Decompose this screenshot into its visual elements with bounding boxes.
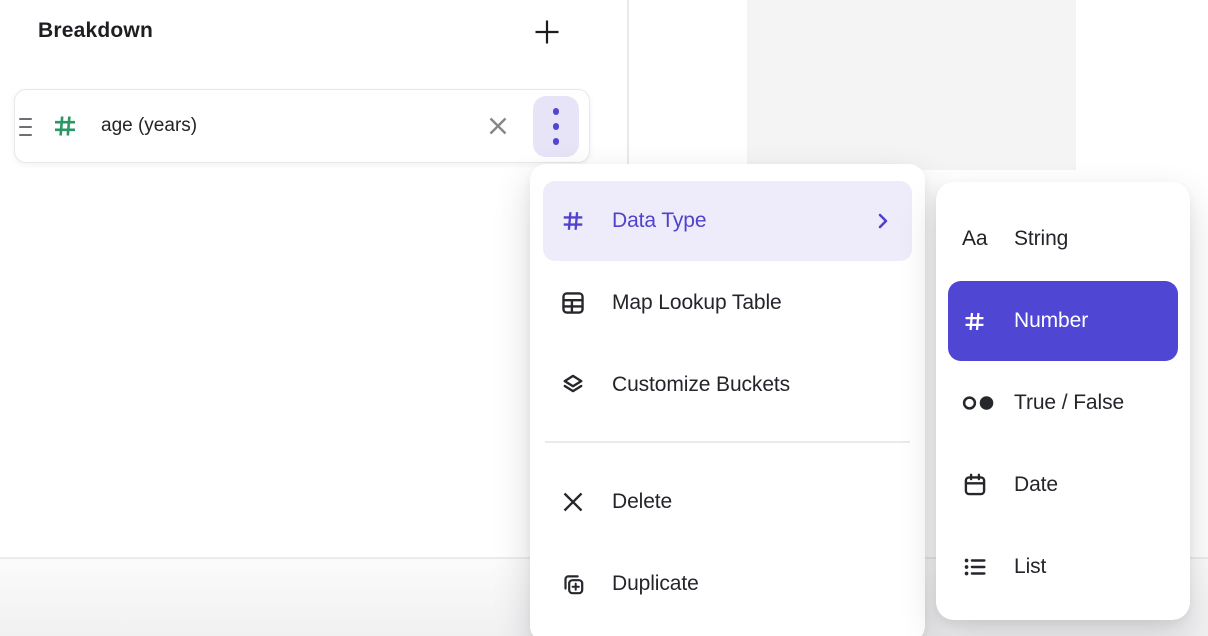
submenu-item-date[interactable]: Date (948, 445, 1178, 525)
submenu-item-number[interactable]: Number (948, 281, 1178, 361)
table-icon (559, 290, 587, 316)
kebab-icon (553, 108, 560, 115)
menu-item-label: Data Type (612, 209, 706, 233)
data-type-submenu: Aa String Number True / False (936, 182, 1190, 620)
submenu-item-true-false[interactable]: True / False (948, 363, 1178, 443)
menu-item-delete[interactable]: Delete (543, 462, 912, 542)
field-context-menu: Data Type Map Lookup Table Customiz (530, 164, 925, 636)
plus-icon (532, 17, 562, 47)
submenu-item-label: Number (1014, 309, 1088, 333)
menu-divider (545, 441, 910, 443)
calendar-icon (962, 472, 1000, 498)
x-icon (486, 114, 510, 138)
submenu-item-label: String (1014, 227, 1068, 251)
menu-item-label: Customize Buckets (612, 373, 790, 397)
hash-icon (962, 309, 1000, 334)
menu-item-duplicate[interactable]: Duplicate (543, 544, 912, 624)
drag-handle-icon[interactable] (19, 118, 33, 136)
menu-item-map-lookup-table[interactable]: Map Lookup Table (543, 263, 912, 343)
hash-icon (51, 112, 79, 140)
add-breakdown-button[interactable] (530, 15, 564, 49)
chevron-right-icon (876, 212, 890, 230)
string-aa-icon: Aa (962, 227, 988, 251)
page-title: Breakdown (38, 19, 153, 43)
layers-icon (559, 372, 587, 398)
menu-item-label: Delete (612, 490, 672, 514)
list-icon (962, 554, 1000, 580)
menu-item-label: Map Lookup Table (612, 291, 782, 315)
field-chip-label: age (years) (101, 90, 197, 162)
duplicate-icon (559, 571, 587, 598)
content-placeholder-panel (747, 0, 1076, 170)
submenu-item-string[interactable]: Aa String (948, 199, 1178, 279)
submenu-item-label: List (1014, 555, 1046, 579)
menu-item-customize-buckets[interactable]: Customize Buckets (543, 345, 912, 425)
menu-item-label: Duplicate (612, 572, 699, 596)
hash-icon (559, 208, 587, 234)
breakdown-field-chip[interactable]: age (years) (14, 89, 590, 163)
true-false-circles-icon (962, 391, 1000, 415)
submenu-item-list[interactable]: List (948, 527, 1178, 607)
menu-item-data-type[interactable]: Data Type (543, 181, 912, 261)
breakdown-panel-screen: Breakdown age (years) (0, 0, 1208, 636)
field-more-options-button[interactable] (533, 96, 579, 157)
remove-field-button[interactable] (483, 111, 513, 141)
submenu-item-label: True / False (1014, 391, 1124, 415)
x-icon (559, 490, 587, 514)
submenu-item-label: Date (1014, 473, 1058, 497)
